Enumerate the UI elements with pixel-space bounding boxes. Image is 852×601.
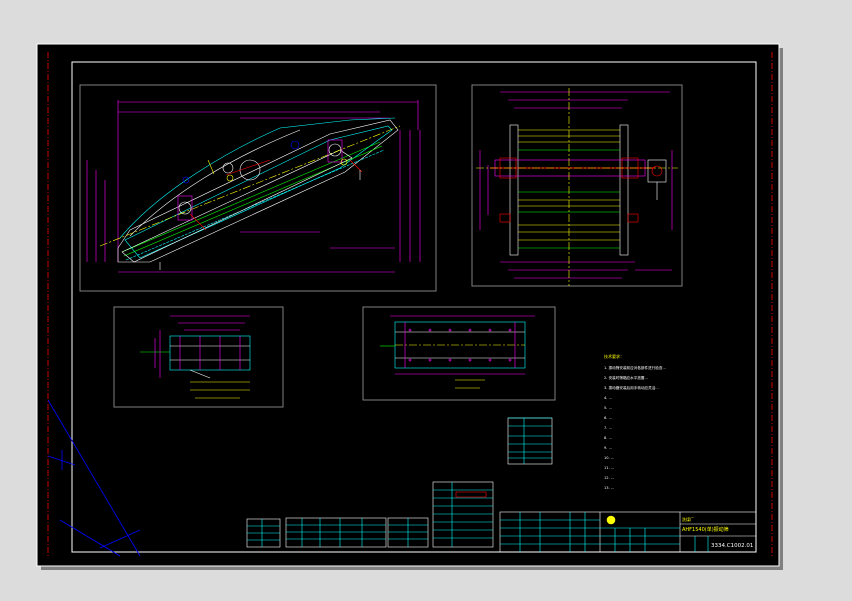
end-view-viewport [471, 84, 683, 287]
company-name: 洗煤厂 [682, 516, 694, 522]
note-line: 3. 振动器安装后用手转动应灵活... [604, 386, 659, 390]
note-line: 8. ... [604, 436, 612, 440]
note-line: 10. ... [604, 456, 615, 460]
note-line: 7. ... [604, 426, 612, 430]
company-logo-icon [606, 515, 616, 525]
note-line: 6. ... [604, 416, 612, 420]
note-line: 4. ... [604, 396, 612, 400]
side-view-viewport [79, 84, 437, 292]
drawing-canvas: 洗煤厂 AHF1540(单)振动筛 3334.C1002.01 [36, 43, 783, 570]
note-line: 5. ... [604, 406, 612, 410]
note-line: 11. ... [604, 466, 615, 470]
note-line: 12. ... [604, 476, 615, 480]
note-line: 1. 振动筛安装前应对各部件进行检查... [604, 366, 666, 370]
detail-view-1-viewport [113, 306, 284, 408]
note-line: 9. ... [604, 446, 612, 450]
note-line: 2. 安装时筛箱应水平放置... [604, 376, 648, 380]
drawing-number: 3334.C1002.01 [711, 543, 753, 549]
detail-view-2-viewport [362, 306, 556, 401]
drawing-name: AHF1540(单)振动筛 [682, 526, 729, 533]
notes-title: 技术要求： [604, 354, 624, 359]
note-line: 13. ... [604, 486, 615, 490]
